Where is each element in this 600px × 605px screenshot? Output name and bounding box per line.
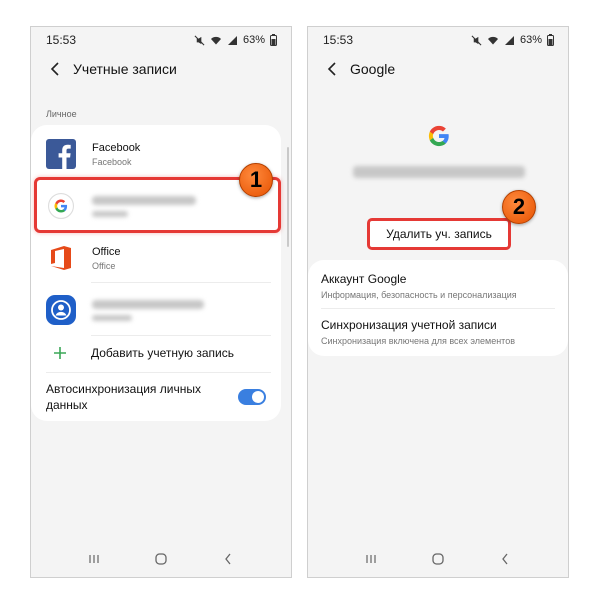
blurred-email bbox=[353, 166, 525, 178]
battery-icon bbox=[270, 34, 277, 46]
nav-back-button[interactable] bbox=[216, 547, 240, 571]
status-time: 15:53 bbox=[323, 33, 354, 47]
navigation-bar bbox=[31, 541, 291, 577]
battery-level: 63% bbox=[519, 34, 542, 46]
section-label: Личное bbox=[46, 109, 77, 119]
remove-account-button[interactable]: Удалить уч. запись bbox=[367, 218, 511, 250]
signal-icon bbox=[504, 35, 514, 45]
item-title: Синхронизация учетной записи bbox=[321, 318, 497, 332]
home-button[interactable] bbox=[426, 547, 450, 571]
account-subtitle: Facebook bbox=[92, 156, 132, 167]
account-title: Office bbox=[92, 245, 121, 258]
wifi-icon bbox=[487, 36, 498, 44]
status-time: 15:53 bbox=[46, 33, 77, 47]
auto-sync-label: Автосинхронизация личных данных bbox=[46, 382, 201, 412]
recents-icon bbox=[366, 555, 376, 563]
status-bar: 15:53 63% bbox=[308, 27, 568, 53]
item-subtitle: Информация, безопасность и персонализаци… bbox=[321, 290, 517, 300]
account-title: Facebook bbox=[92, 141, 141, 154]
account-subtitle: Office bbox=[92, 260, 116, 271]
add-account-label: Добавить учетную запись bbox=[91, 346, 234, 360]
account-sync-item[interactable]: Синхронизация учетной записи Синхронизац… bbox=[321, 310, 555, 354]
google-logo-icon bbox=[428, 125, 449, 147]
recents-icon bbox=[89, 555, 99, 563]
home-button[interactable] bbox=[149, 547, 173, 571]
auto-sync-toggle[interactable] bbox=[238, 389, 266, 405]
navigation-bar bbox=[308, 541, 568, 577]
auto-sync-row: Автосинхронизация личных данных bbox=[46, 379, 266, 415]
google-account-item[interactable]: Аккаунт Google Информация, безопасность … bbox=[321, 264, 555, 308]
scrollbar[interactable] bbox=[287, 147, 289, 247]
back-arrow-icon bbox=[50, 62, 59, 76]
facebook-icon bbox=[46, 139, 76, 169]
item-title: Аккаунт Google bbox=[321, 272, 407, 286]
signal-icon bbox=[227, 35, 237, 45]
nav-back-icon bbox=[224, 553, 231, 565]
page-title: Учетные записи bbox=[73, 61, 177, 77]
item-subtitle: Синхронизация включена для всех элементо… bbox=[321, 336, 515, 346]
battery-icon bbox=[547, 34, 554, 46]
person-icon bbox=[46, 295, 76, 325]
nav-back-button[interactable] bbox=[493, 547, 517, 571]
blurred-email bbox=[92, 299, 204, 309]
step-marker-2: 2 bbox=[502, 190, 536, 224]
app-bar: Учетные записи bbox=[31, 57, 291, 81]
mute-icon bbox=[194, 35, 205, 45]
home-icon bbox=[155, 553, 167, 565]
nav-back-icon bbox=[501, 553, 508, 565]
accounts-screen: 15:53 63% Учетные записи Личное Facebook… bbox=[30, 26, 292, 578]
back-arrow-icon bbox=[327, 62, 336, 76]
status-bar: 15:53 63% bbox=[31, 27, 291, 53]
office-icon bbox=[46, 243, 76, 273]
battery-level: 63% bbox=[242, 34, 265, 46]
mute-icon bbox=[471, 35, 482, 45]
home-icon bbox=[432, 553, 444, 565]
plus-icon bbox=[54, 347, 66, 359]
back-button[interactable] bbox=[322, 59, 342, 79]
back-button[interactable] bbox=[45, 59, 65, 79]
add-account-button[interactable]: Добавить учетную запись bbox=[31, 336, 281, 370]
app-bar: Google bbox=[308, 57, 568, 81]
account-office[interactable]: Office Office bbox=[31, 233, 281, 283]
blurred-subtitle bbox=[92, 314, 132, 321]
recents-button[interactable] bbox=[359, 547, 383, 571]
account-options-card: Аккаунт Google Информация, безопасность … bbox=[308, 260, 568, 356]
account-samsung[interactable] bbox=[31, 285, 281, 335]
recents-button[interactable] bbox=[82, 547, 106, 571]
page-title: Google bbox=[350, 61, 396, 77]
google-account-screen: 15:53 63% Google Удалить уч. запись 2 Ак… bbox=[307, 26, 569, 578]
step-marker-1: 1 bbox=[239, 163, 273, 197]
wifi-icon bbox=[210, 36, 221, 44]
